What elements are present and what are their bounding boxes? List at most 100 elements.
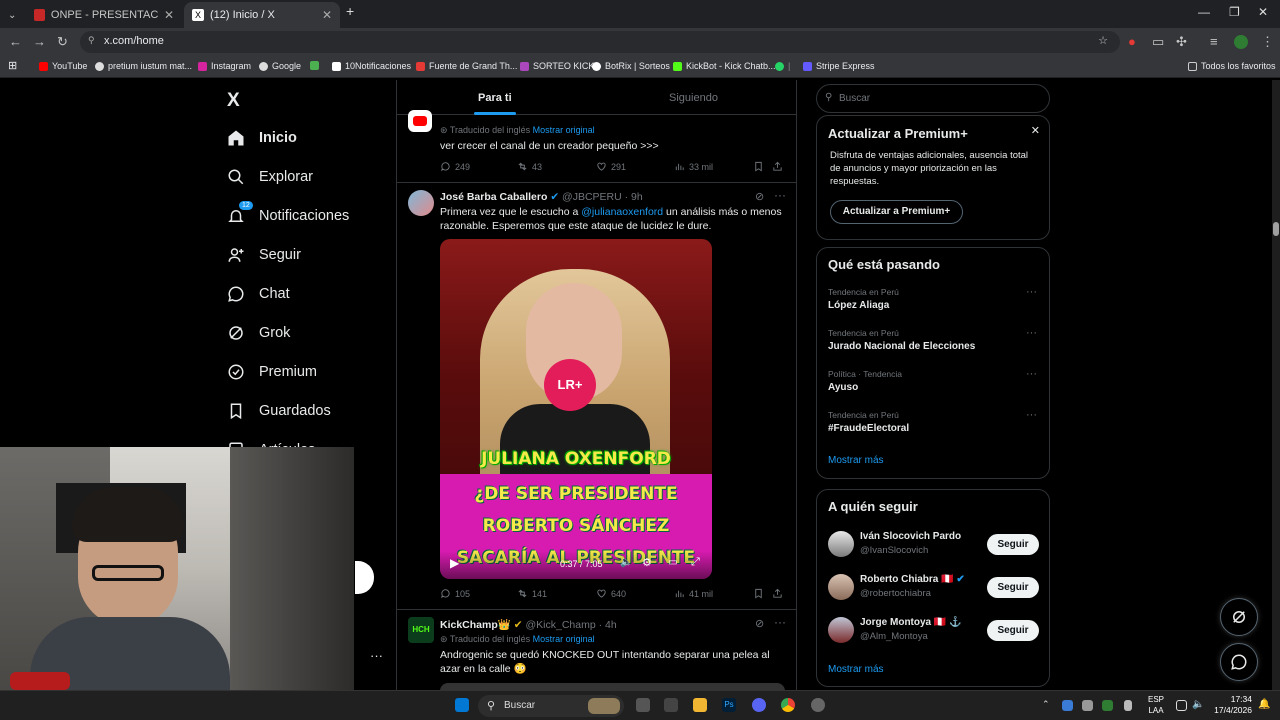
more-icon[interactable]: ···: [1026, 368, 1037, 380]
discord-icon[interactable]: [752, 698, 766, 712]
volume-icon[interactable]: 🔈: [620, 557, 632, 568]
back-icon[interactable]: ←: [9, 34, 22, 49]
account-more-icon[interactable]: ···: [370, 648, 383, 663]
bookmark-button[interactable]: [753, 588, 764, 599]
app-icon[interactable]: [664, 698, 678, 712]
close-icon[interactable]: ✕: [322, 8, 332, 22]
bookmark-pretium[interactable]: pretium iustum mat...: [95, 61, 192, 71]
bookmark-instagram[interactable]: Instagram: [198, 61, 251, 71]
reply-button[interactable]: 105: [440, 588, 470, 599]
youtube-avatar[interactable]: [408, 110, 432, 132]
like-button[interactable]: 640: [596, 588, 626, 599]
close-icon[interactable]: ✕: [164, 8, 174, 22]
share-button[interactable]: [772, 161, 783, 172]
settings-icon[interactable]: ⚙: [642, 556, 652, 569]
show-original-link[interactable]: Mostrar original: [533, 634, 595, 644]
like-button[interactable]: 291: [596, 161, 626, 172]
grok-fab[interactable]: [1220, 598, 1258, 636]
taskbar-clock[interactable]: 17:34 17/4/2026: [1208, 694, 1252, 716]
bookmark-gta[interactable]: Fuente de Grand Th...: [416, 61, 517, 71]
follow-button[interactable]: Seguir: [987, 620, 1039, 641]
trend-item[interactable]: #FraudeElectoral: [828, 423, 909, 434]
bookmark-all-favorites[interactable]: Todos los favoritos: [1188, 61, 1276, 71]
bookmark-stripe[interactable]: Stripe Express: [803, 61, 875, 71]
menu-icon[interactable]: ⋮: [1261, 34, 1274, 50]
avatar[interactable]: [828, 574, 854, 600]
bookmark-google[interactable]: Google: [259, 61, 301, 71]
bookmark-youtube[interactable]: YouTube: [39, 61, 87, 71]
show-original-link[interactable]: Mostrar original: [533, 125, 595, 135]
site-info-icon[interactable]: ⚲: [88, 35, 95, 46]
windows-start-icon[interactable]: [455, 698, 469, 712]
language-indicator[interactable]: ESP LAA: [1148, 694, 1164, 716]
follow-button[interactable]: Seguir: [987, 534, 1039, 555]
reply-button[interactable]: 249: [440, 161, 470, 172]
tweet-author[interactable]: José Barba Caballero ✔ @JBCPERU · 9h: [440, 191, 643, 203]
video-player[interactable]: LR+ JULIANA OXENFORD ¿DE SER PRESIDENTE …: [440, 239, 712, 579]
show-more-trends-link[interactable]: Mostrar más: [828, 455, 884, 466]
chrome-icon[interactable]: [781, 698, 795, 712]
close-icon[interactable]: ✕: [1031, 124, 1040, 137]
more-icon[interactable]: ···: [1026, 409, 1037, 421]
views-button[interactable]: 41 mil: [674, 588, 713, 599]
photoshop-icon[interactable]: Ps: [722, 698, 736, 712]
mention-link[interactable]: @julianaoxenford: [581, 206, 663, 218]
close-window-button[interactable]: ✕: [1258, 5, 1268, 19]
grok-icon[interactable]: ⊘: [755, 190, 764, 203]
suggested-user-name[interactable]: Jorge Montoya 🇵🇪 ⚓: [860, 617, 962, 628]
play-icon[interactable]: ▶: [450, 556, 459, 570]
task-view-icon[interactable]: [636, 698, 650, 712]
tab-following[interactable]: Siguiendo: [669, 92, 718, 104]
more-icon[interactable]: ···: [774, 615, 786, 629]
maximize-button[interactable]: ❐: [1229, 5, 1240, 19]
tab-onpe[interactable]: ONPE - PRESENTACIÓN DE RES ✕: [26, 2, 182, 28]
trend-item[interactable]: López Aliaga: [828, 300, 889, 311]
grok-icon[interactable]: ⊘: [755, 617, 764, 630]
nav-chat[interactable]: Chat: [227, 285, 290, 303]
profile-avatar[interactable]: [1234, 35, 1248, 49]
bookmark-sorteo-kick[interactable]: SORTEO KICK: [520, 61, 594, 71]
tab-for-you[interactable]: Para ti: [474, 92, 516, 115]
microphone-icon[interactable]: [1124, 700, 1132, 711]
tray-icon[interactable]: [1102, 700, 1113, 711]
puzzle-icon[interactable]: ✣: [1176, 34, 1187, 50]
app-icon[interactable]: [811, 698, 825, 712]
suggested-user-name[interactable]: Roberto Chiabra 🇵🇪 ✔: [860, 574, 965, 585]
tweet-media[interactable]: [440, 683, 785, 690]
nav-follow[interactable]: Seguir: [227, 246, 301, 264]
x-logo[interactable]: X: [227, 90, 240, 112]
extension-icon[interactable]: ▭: [1152, 34, 1164, 50]
notification-bell-icon[interactable]: 🔔: [1258, 699, 1270, 710]
chat-fab[interactable]: [1220, 643, 1258, 681]
fullscreen-icon[interactable]: ⤢: [691, 556, 700, 569]
views-button[interactable]: 33 mil: [674, 161, 713, 172]
network-icon[interactable]: [1176, 700, 1187, 711]
nav-notifications[interactable]: 12 Notificaciones: [227, 201, 349, 225]
file-explorer-icon[interactable]: [693, 698, 707, 712]
avatar[interactable]: [408, 190, 434, 216]
bookmark-10notificaciones[interactable]: 10Notificaciones: [332, 61, 411, 71]
post-button[interactable]: [355, 561, 374, 594]
tray-icon[interactable]: [1062, 700, 1073, 711]
bookmark-botrix[interactable]: BotRix | Sorteos: [592, 61, 670, 71]
extension-icon[interactable]: ●: [1128, 34, 1136, 49]
chevron-up-icon[interactable]: ⌃: [1042, 699, 1050, 710]
avatar[interactable]: [828, 531, 854, 557]
tray-icon[interactable]: [1082, 700, 1093, 711]
follow-button[interactable]: Seguir: [987, 577, 1039, 598]
nav-bookmarks[interactable]: Guardados: [227, 402, 331, 420]
kickchamp-avatar[interactable]: HCH: [408, 617, 434, 643]
tweet-author[interactable]: KickChamp👑 ✔ @Kick_Champ · 4h: [440, 618, 617, 631]
suggested-user-name[interactable]: Iván Slocovich Pardo: [860, 531, 961, 542]
repost-button[interactable]: 43: [517, 161, 542, 172]
nav-explore[interactable]: Explorar: [227, 168, 313, 186]
picture-in-picture-icon[interactable]: ▭: [668, 557, 677, 568]
trend-item[interactable]: Jurado Nacional de Elecciones: [828, 341, 975, 352]
trend-item[interactable]: Ayuso: [828, 382, 858, 393]
media-icon[interactable]: ≡: [1210, 34, 1218, 49]
share-button[interactable]: [772, 588, 783, 599]
apps-icon[interactable]: ⊞: [8, 59, 17, 72]
bookmark-whatsapp[interactable]: |: [775, 61, 790, 71]
tab-search-button[interactable]: ⌄: [0, 2, 24, 28]
taskbar-search[interactable]: ⚲ Buscar: [478, 695, 624, 717]
